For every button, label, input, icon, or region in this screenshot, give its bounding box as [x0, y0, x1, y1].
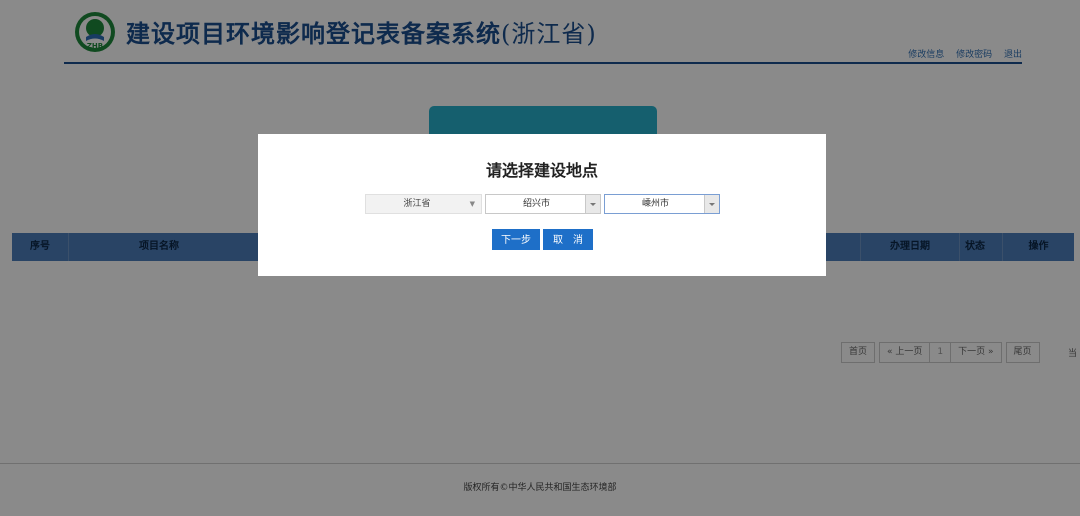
- city-select-value: 绍兴市: [522, 199, 550, 209]
- chevron-down-icon: [585, 195, 600, 213]
- cancel-button[interactable]: 取 消: [543, 229, 593, 250]
- dialog-title: 请选择建设地点: [485, 161, 598, 180]
- next-step-button[interactable]: 下一步: [492, 229, 540, 250]
- province-select[interactable]: 浙江省 ▼: [365, 194, 482, 214]
- province-select-value: 浙江省: [403, 199, 431, 209]
- county-select[interactable]: 嵊州市: [604, 194, 720, 214]
- chevron-down-icon: [704, 195, 719, 213]
- location-dialog: 请选择建设地点 浙江省 ▼ 绍兴市 嵊州市 下一步 取 消: [258, 134, 826, 276]
- chevron-down-icon: ▼: [469, 200, 475, 208]
- county-select-value: 嵊州市: [641, 199, 669, 209]
- city-select[interactable]: 绍兴市: [485, 194, 601, 214]
